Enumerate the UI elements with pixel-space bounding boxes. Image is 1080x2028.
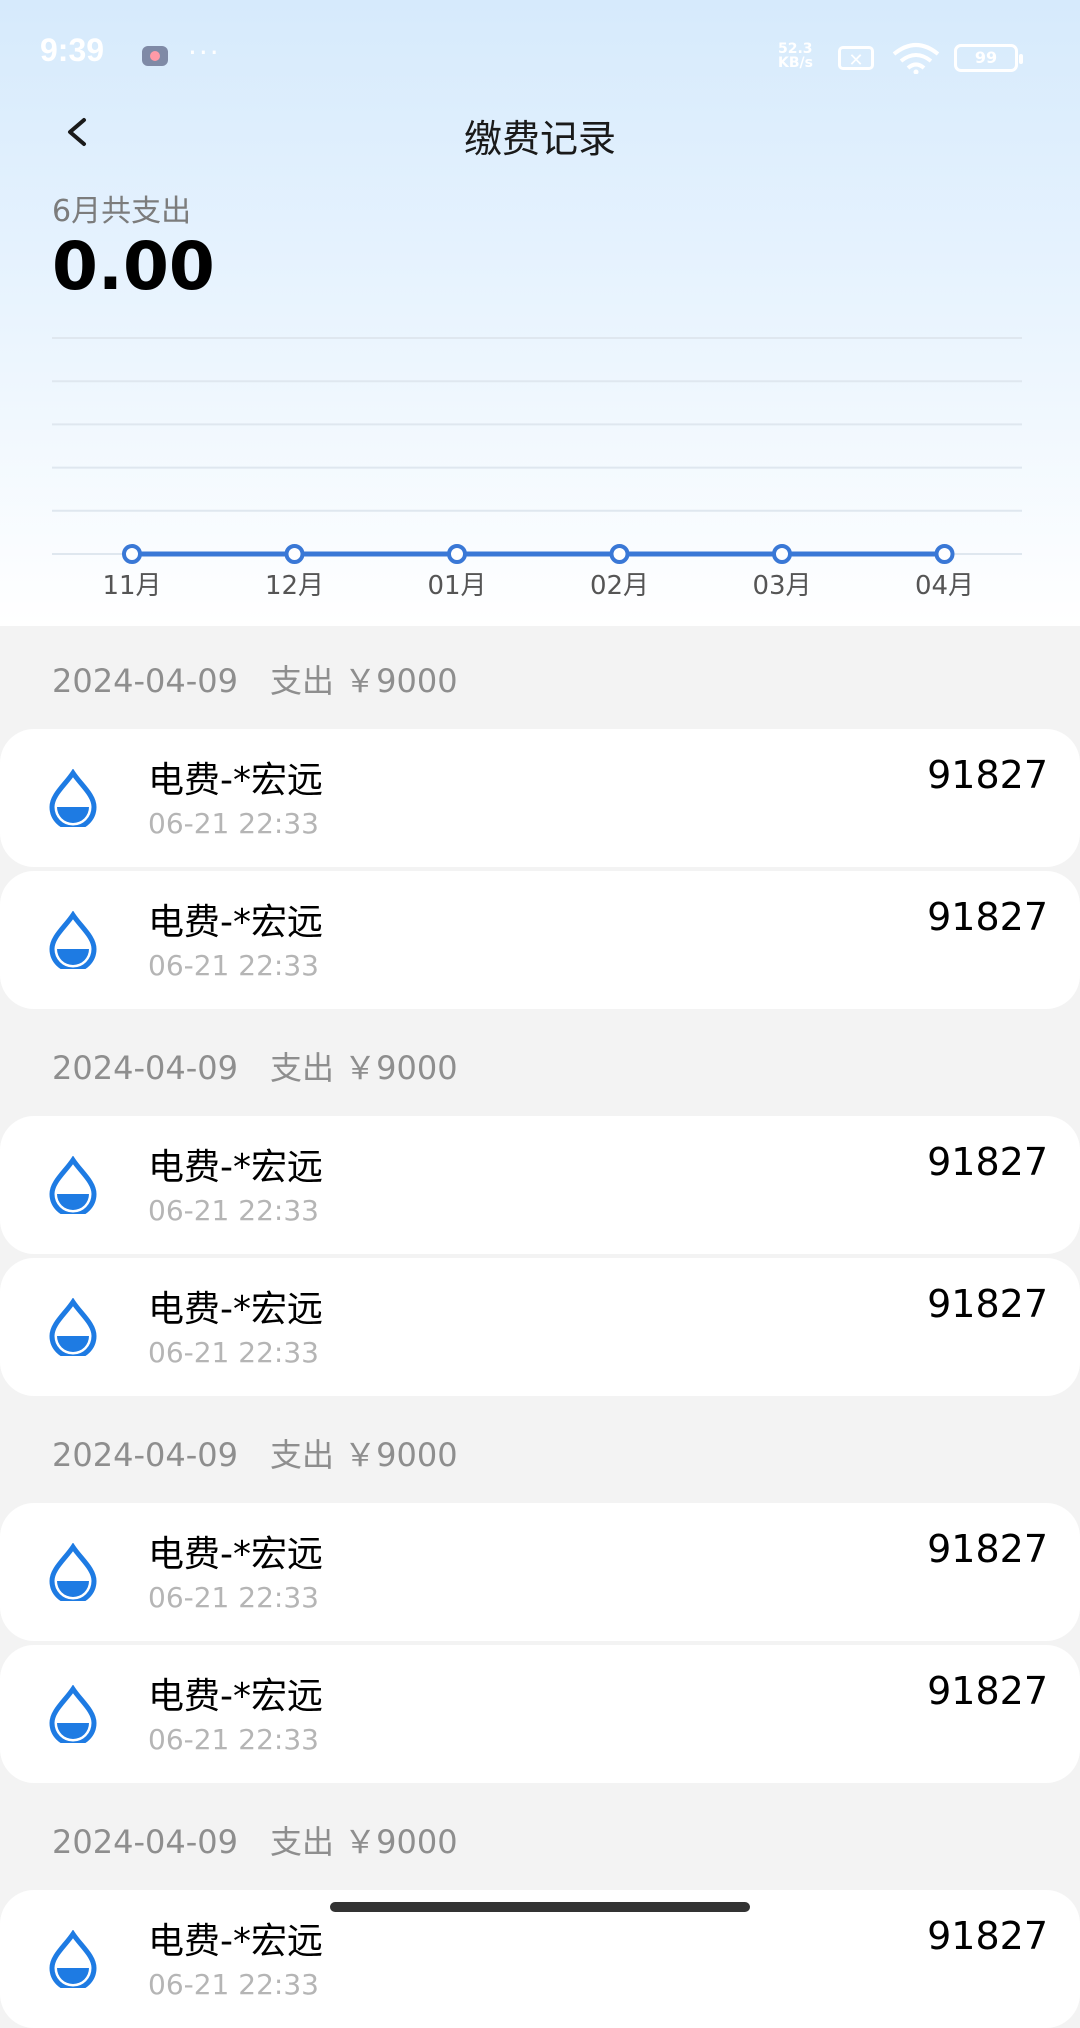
x-tick-label: 12月 xyxy=(265,571,324,601)
water-drop-icon xyxy=(49,1298,97,1356)
data-point[interactable] xyxy=(284,544,305,564)
payment-record-item[interactable]: 电费-*宏远 06-21 22:33 91827 xyxy=(0,1503,1080,1641)
water-drop-icon xyxy=(49,1685,97,1743)
chart-grid xyxy=(52,337,1022,555)
day-group-header: 2024-04-09 支出 ￥9000 xyxy=(52,1049,458,1087)
payment-title: 电费-*宏远 xyxy=(148,1676,323,1717)
payment-title: 电费-*宏远 xyxy=(148,1289,323,1330)
payment-time: 06-21 22:33 xyxy=(148,1194,319,1227)
network-speed-value: 52.3 xyxy=(778,41,813,57)
month-total-value: 0.00 xyxy=(52,228,215,305)
data-point[interactable] xyxy=(772,544,792,564)
water-drop-icon xyxy=(49,1543,97,1601)
home-indicator[interactable] xyxy=(330,1902,750,1912)
day-group-header: 2024-04-09 支出 ￥9000 xyxy=(52,1823,458,1861)
payment-time: 06-21 22:33 xyxy=(148,1723,319,1756)
no-sim-icon: ✕ xyxy=(838,46,874,71)
payment-amount: 91827 xyxy=(927,1140,1048,1184)
payment-amount: 91827 xyxy=(927,1914,1048,1958)
day-group-header: 2024-04-09 支出 ￥9000 xyxy=(52,1436,458,1474)
water-drop-icon xyxy=(49,769,97,827)
payment-record-item[interactable]: 电费-*宏远 06-21 22:33 91827 xyxy=(0,1116,1080,1254)
payment-title: 电费-*宏远 xyxy=(148,760,323,801)
payment-time: 06-21 22:33 xyxy=(148,1336,319,1369)
status-time: 9:39 xyxy=(40,32,105,68)
payment-record-item[interactable]: 电费-*宏远 06-21 22:33 91827 xyxy=(0,1645,1080,1783)
payment-record-item[interactable]: 电费-*宏远 06-21 22:33 91827 xyxy=(0,729,1080,867)
payment-amount: 91827 xyxy=(927,895,1048,939)
water-drop-icon xyxy=(49,911,97,969)
payment-amount: 91827 xyxy=(927,753,1048,797)
status-bar: 9:39 ··· 52.3 KB/s ✕ 99 xyxy=(0,0,1080,110)
data-point[interactable] xyxy=(122,544,142,564)
day-group-header: 2024-04-09 支出 ￥9000 xyxy=(52,662,458,700)
payment-time: 06-21 22:33 xyxy=(148,1581,319,1614)
x-tick-label: 11月 xyxy=(102,571,161,601)
wifi-icon xyxy=(892,43,940,74)
x-tick-label: 01月 xyxy=(427,571,486,601)
network-speed: 52.3 KB/s xyxy=(778,42,813,70)
x-tick-label: 03月 xyxy=(752,571,811,601)
payment-amount: 91827 xyxy=(927,1669,1048,1713)
water-drop-icon xyxy=(49,1156,97,1214)
data-point[interactable] xyxy=(934,544,955,564)
payment-record-item[interactable]: 电费-*宏远 06-21 22:33 91827 xyxy=(0,1258,1080,1396)
payment-time: 06-21 22:33 xyxy=(148,949,319,982)
payment-amount: 91827 xyxy=(927,1282,1048,1326)
data-point[interactable] xyxy=(447,544,467,564)
payment-record-item[interactable]: 电费-*宏远 06-21 22:33 91827 xyxy=(0,871,1080,1009)
page-title: 缴费记录 xyxy=(463,117,616,161)
month-total-label: 6月共支出 xyxy=(52,194,192,229)
x-tick-label: 02月 xyxy=(590,571,649,601)
spending-line-chart: 11月 12月 01月 02月 03月 04月 xyxy=(52,337,1022,601)
payment-title: 电费-*宏远 xyxy=(148,902,323,943)
battery-icon: 99 xyxy=(954,44,1023,72)
payment-time: 06-21 22:33 xyxy=(148,807,319,840)
payment-time: 06-21 22:33 xyxy=(148,1968,319,2001)
x-tick-label: 04月 xyxy=(915,571,974,601)
network-speed-unit: KB/s xyxy=(778,55,813,71)
more-notifications-icon: ··· xyxy=(188,36,221,69)
payment-title: 电费-*宏远 xyxy=(148,1534,323,1575)
payment-title: 电费-*宏远 xyxy=(148,1147,323,1188)
screen-record-icon xyxy=(142,46,168,66)
water-drop-icon xyxy=(49,1930,97,1988)
data-point[interactable] xyxy=(609,544,630,564)
payment-amount: 91827 xyxy=(927,1527,1048,1571)
